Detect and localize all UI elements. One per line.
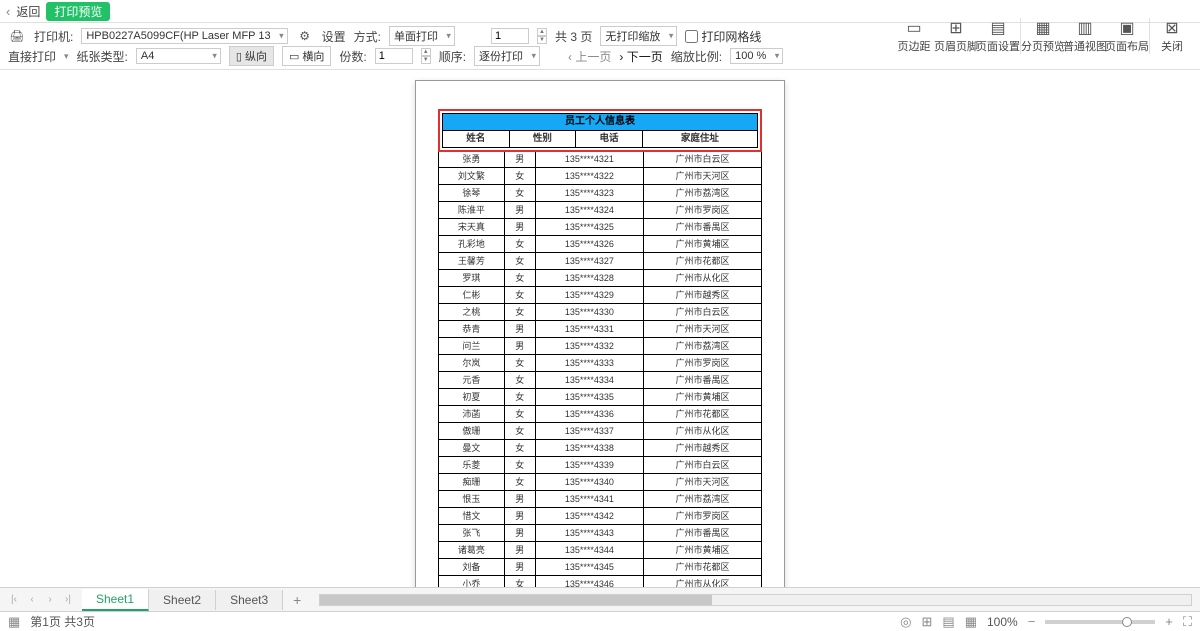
- page-preview: 员工个人信息表 姓名性别电话家庭住址 张勇男135****4321广州市白云区刘…: [415, 80, 785, 610]
- gear-icon[interactable]: ⚙: [296, 27, 314, 45]
- page-info: 第1页 共3页: [30, 613, 95, 630]
- table-row: 恭青男135****4331广州市天河区: [439, 321, 762, 338]
- tab-next-icon[interactable]: ›: [42, 592, 58, 608]
- tab-first-icon[interactable]: |‹: [6, 592, 22, 608]
- prev-page-button[interactable]: ‹ 上一页: [568, 48, 611, 65]
- table-title: 员工个人信息表: [443, 114, 758, 131]
- table-row: 傲珊女135****4337广州市从化区: [439, 423, 762, 440]
- table-row: 问兰男135****4332广州市荔湾区: [439, 338, 762, 355]
- view2-icon[interactable]: ▤: [942, 614, 954, 630]
- landscape-button[interactable]: ▭横向: [282, 46, 331, 66]
- close-button[interactable]: ⊠关闭: [1152, 17, 1192, 56]
- preview-canvas: 员工个人信息表 姓名性别电话家庭住址 张勇男135****4321广州市白云区刘…: [0, 70, 1200, 610]
- back-button[interactable]: 返回: [16, 3, 40, 20]
- table-row: 徐琴女135****4323广州市荔湾区: [439, 185, 762, 202]
- table-row: 之桃女135****4330广州市白云区: [439, 304, 762, 321]
- zoom-value: 100%: [987, 615, 1018, 629]
- table-row: 张勇男135****4321广州市白云区: [439, 151, 762, 168]
- view3-icon[interactable]: ▦: [965, 614, 977, 630]
- gridlines-checkbox[interactable]: 打印网格线: [685, 28, 761, 45]
- scale-mode-select[interactable]: 无打印缩放: [600, 26, 677, 46]
- column-header: 家庭住址: [642, 131, 757, 148]
- back-chevron-icon[interactable]: ‹: [6, 4, 10, 19]
- table-row: 惜文男135****4342广州市罗岗区: [439, 508, 762, 525]
- table-row: 乐菱女135****4339广州市白云区: [439, 457, 762, 474]
- table-row: 初夏女135****4335广州市黄埔区: [439, 389, 762, 406]
- table-row: 痴珊女135****4340广州市天河区: [439, 474, 762, 491]
- table-row: 曼文女135****4338广州市越秀区: [439, 440, 762, 457]
- copies-spinner[interactable]: ▲▼: [421, 48, 431, 64]
- highlight-box: 员工个人信息表 姓名性别电话家庭住址: [438, 109, 762, 152]
- copies-label: 份数:: [339, 48, 366, 65]
- employee-table-header: 员工个人信息表 姓名性别电话家庭住址: [442, 113, 758, 148]
- order-label: 顺序:: [439, 48, 466, 65]
- zoom-out-icon[interactable]: −: [1028, 614, 1036, 629]
- normal-view-button[interactable]: ▥普通视图: [1065, 17, 1105, 56]
- table-row: 沛菡女135****4336广州市花都区: [439, 406, 762, 423]
- table-row: 诸葛亮男135****4344广州市黄埔区: [439, 542, 762, 559]
- order-select[interactable]: 逐份打印: [474, 46, 540, 66]
- tab-last-icon[interactable]: ›|: [60, 592, 76, 608]
- printer-select[interactable]: HPB0227A5099CF(HP Laser MFP 13: [81, 28, 287, 44]
- page-input[interactable]: [491, 28, 529, 44]
- table-row: 宋天真男135****4325广州市番禺区: [439, 219, 762, 236]
- column-header: 姓名: [443, 131, 510, 148]
- paper-label: 纸张类型:: [77, 48, 128, 65]
- headerfooter-button[interactable]: ⊞页眉页脚: [936, 17, 976, 56]
- printer-icon[interactable]: 🖨: [8, 27, 26, 45]
- mode-label: 方式:: [354, 28, 381, 45]
- mode-select[interactable]: 单面打印: [389, 26, 455, 46]
- eye-icon[interactable]: ◎: [900, 614, 911, 630]
- horizontal-scrollbar[interactable]: [319, 594, 1192, 606]
- page-layout-button[interactable]: ▣页面布局: [1107, 17, 1147, 56]
- add-sheet-button[interactable]: +: [283, 589, 311, 611]
- page-total: 共 3 页: [555, 28, 592, 45]
- settings-button[interactable]: 设置: [322, 28, 346, 45]
- table-row: 王馨芳女135****4327广州市花都区: [439, 253, 762, 270]
- fullscreen-icon[interactable]: ⛶: [1183, 614, 1192, 630]
- page-spinner[interactable]: ▲▼: [537, 28, 547, 44]
- tab-prev-icon[interactable]: ‹: [24, 592, 40, 608]
- zoom-in-icon[interactable]: +: [1165, 614, 1173, 629]
- printer-label: 打印机:: [34, 28, 73, 45]
- copies-input[interactable]: [375, 48, 413, 64]
- table-row: 尔岚女135****4333广州市罗岗区: [439, 355, 762, 372]
- status-bar: ▦ 第1页 共3页 ◎ ⊞ ▤ ▦ 100% − + ⛶: [0, 611, 1200, 631]
- employee-table-body: 张勇男135****4321广州市白云区刘文繁女135****4322广州市天河…: [438, 150, 762, 610]
- column-header: 性别: [509, 131, 576, 148]
- scale-select[interactable]: 100 %: [730, 48, 783, 64]
- page-break-button[interactable]: ▦分页预览: [1023, 17, 1063, 56]
- preview-badge: 打印预览: [46, 2, 110, 21]
- table-row: 张飞男135****4343广州市番禺区: [439, 525, 762, 542]
- table-row: 罗琪女135****4328广州市从化区: [439, 270, 762, 287]
- scale-label: 缩放比例:: [671, 48, 722, 65]
- page-setup-button[interactable]: ▤页面设置: [978, 17, 1018, 56]
- table-row: 仁彬女135****4329广州市越秀区: [439, 287, 762, 304]
- margins-button[interactable]: ▭页边距: [894, 17, 934, 56]
- table-icon[interactable]: ▦: [8, 614, 20, 630]
- paper-select[interactable]: A4: [136, 48, 221, 64]
- table-row: 恨玉男135****4341广州市荔湾区: [439, 491, 762, 508]
- sheet-tab-2[interactable]: Sheet2: [149, 590, 216, 610]
- portrait-button[interactable]: ▯纵向: [229, 46, 274, 66]
- table-row: 孔彩地女135****4326广州市黄埔区: [439, 236, 762, 253]
- column-header: 电话: [576, 131, 643, 148]
- table-row: 元香女135****4334广州市番禺区: [439, 372, 762, 389]
- direct-print-button[interactable]: 直接打印: [8, 48, 56, 65]
- toolbar: 🖨 打印机: HPB0227A5099CF(HP Laser MFP 13 ⚙ …: [0, 22, 1200, 70]
- zoom-slider[interactable]: [1045, 620, 1155, 624]
- table-row: 陈淮平男135****4324广州市罗岗区: [439, 202, 762, 219]
- sheet-tab-1[interactable]: Sheet1: [82, 589, 149, 611]
- view1-icon[interactable]: ⊞: [922, 614, 933, 630]
- next-page-button[interactable]: › 下一页: [619, 48, 662, 65]
- sheet-tab-bar: |‹ ‹ › ›| Sheet1 Sheet2 Sheet3 +: [0, 587, 1200, 611]
- table-row: 刘备男135****4345广州市花都区: [439, 559, 762, 576]
- right-actions: ▭页边距 ⊞页眉页脚 ▤页面设置 ▦分页预览 ▥普通视图 ▣页面布局 ⊠关闭: [894, 17, 1192, 56]
- tab-nav: |‹ ‹ › ›|: [0, 592, 82, 608]
- table-row: 刘文繁女135****4322广州市天河区: [439, 168, 762, 185]
- sheet-tab-3[interactable]: Sheet3: [216, 590, 283, 610]
